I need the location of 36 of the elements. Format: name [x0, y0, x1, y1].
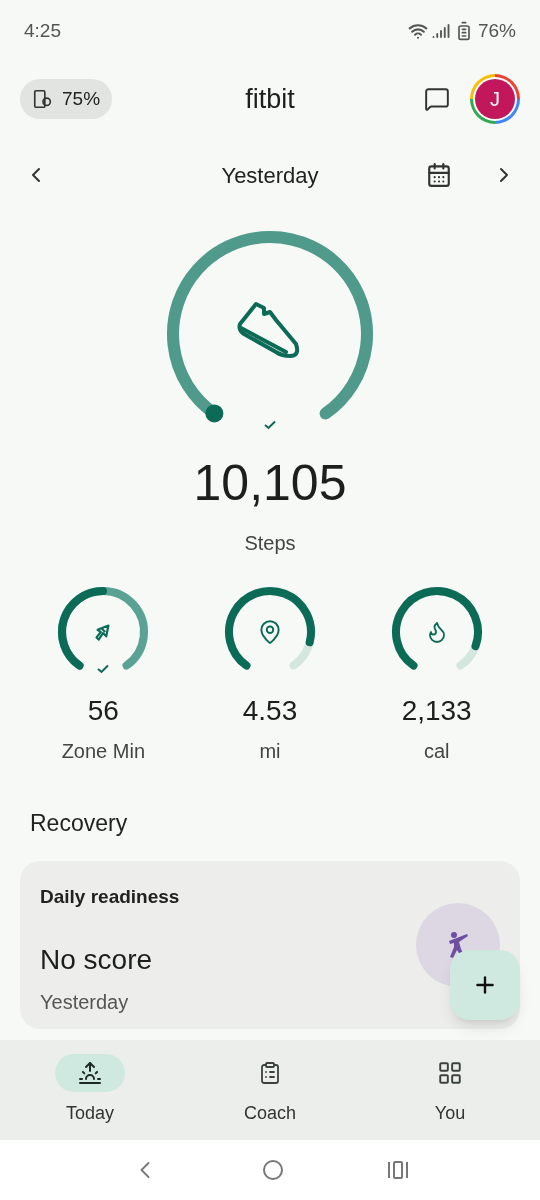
stat-label: mi	[259, 739, 281, 764]
stat-value: 2,133	[401, 694, 472, 728]
nav-tab[interactable]: Today	[0, 1054, 180, 1140]
nav-tab[interactable]: Coach	[180, 1054, 360, 1140]
stat-value: 56	[87, 694, 119, 728]
nav-tab[interactable]: You	[360, 1054, 540, 1140]
calendar-button[interactable]	[426, 162, 452, 188]
stat-value: 4.53	[242, 694, 298, 728]
date-label: Yesterday	[221, 161, 319, 190]
wifi-icon	[407, 21, 428, 41]
check-icon	[97, 664, 110, 674]
clipboard-icon	[258, 1061, 282, 1085]
messages-button[interactable]	[424, 86, 450, 112]
readiness-date: Yesterday	[40, 990, 130, 1015]
map-pin-icon	[257, 619, 283, 645]
section-heading: Recovery	[29, 809, 129, 838]
app-title: fitbit	[245, 82, 295, 116]
signal-icon	[431, 22, 450, 40]
readiness-score: No score	[40, 943, 153, 977]
check-icon	[264, 420, 276, 430]
phone-watch-icon	[32, 88, 54, 110]
battery-percent: 76%	[477, 18, 516, 43]
stat-label: cal	[423, 739, 450, 764]
sunrise-icon	[78, 1061, 102, 1085]
steps-label: Steps	[244, 531, 296, 556]
readiness-card[interactable]: Daily readiness No score Yesterday	[20, 860, 520, 1029]
add-button[interactable]	[450, 950, 520, 1020]
stat-label: Zone Min	[61, 739, 145, 764]
avatar[interactable]: J	[470, 74, 520, 124]
device-battery-chip[interactable]: 75%	[20, 79, 113, 119]
home-icon[interactable]	[262, 1159, 284, 1181]
grid-icon	[437, 1060, 463, 1086]
recents-icon[interactable]	[386, 1160, 409, 1180]
card-title: Daily readiness	[40, 884, 181, 909]
status-time: 4:25	[24, 18, 61, 43]
steps-value: 10,105	[193, 458, 347, 508]
